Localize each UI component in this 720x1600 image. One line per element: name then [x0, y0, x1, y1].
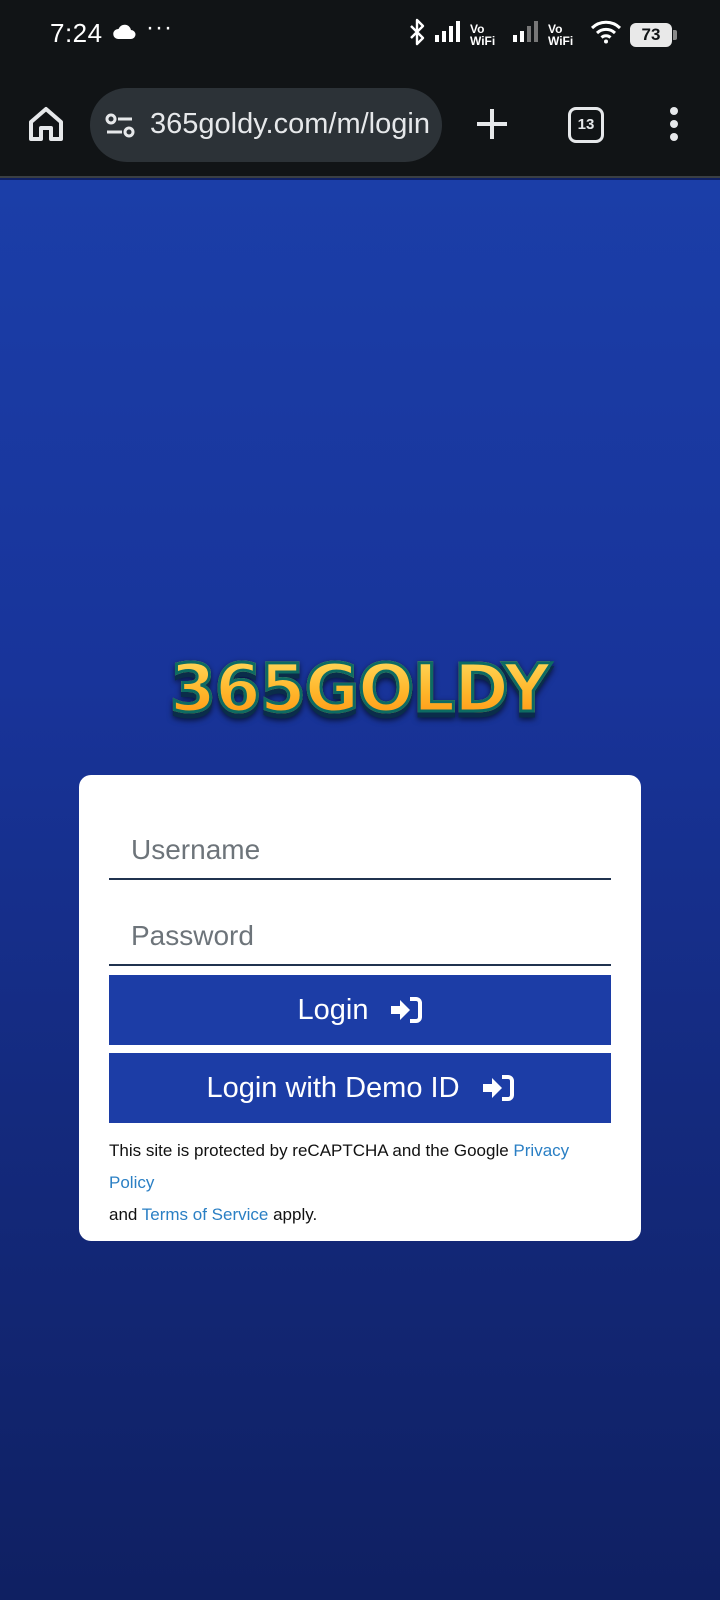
home-button[interactable]	[26, 104, 66, 144]
logo-text: 365GOLDY	[169, 649, 553, 729]
password-field-wrapper	[109, 894, 611, 966]
new-tab-button[interactable]	[472, 104, 512, 144]
wifi-icon	[590, 20, 622, 49]
status-bar: 7:24 ··· Vo WiFi Vo WiFi 73	[0, 0, 720, 72]
battery-indicator: 73	[630, 22, 677, 47]
status-time: 7:24	[50, 18, 103, 48]
signal-weak-icon	[512, 20, 540, 49]
recaptcha-notice: This site is protected by reCAPTCHA and …	[109, 1135, 619, 1231]
recaptcha-suffix: apply.	[268, 1205, 318, 1224]
demo-login-button-label: Login with Demo ID	[206, 1071, 460, 1104]
menu-button[interactable]	[662, 104, 686, 144]
notification-dots: ···	[146, 14, 173, 41]
vowifi-top-2: Vo	[548, 21, 563, 36]
plus-icon	[477, 109, 507, 139]
demo-login-button[interactable]: Login with Demo ID	[109, 1053, 611, 1123]
vowifi-indicator-2: Vo WiFi	[548, 23, 582, 47]
vowifi-indicator: Vo WiFi	[470, 23, 504, 47]
login-card: Login Login with Demo ID This site is pr…	[79, 775, 641, 1241]
tab-switcher-button[interactable]: 13	[568, 107, 604, 143]
bluetooth-icon	[408, 18, 426, 51]
recaptcha-prefix: This site is protected by reCAPTCHA and …	[109, 1141, 514, 1160]
more-vert-icon	[670, 107, 678, 141]
address-bar[interactable]: 365goldy.com/m/login	[90, 88, 442, 162]
sign-in-icon	[482, 1075, 514, 1101]
sign-in-icon	[391, 997, 423, 1023]
vowifi-bottom-2: WiFi	[548, 33, 574, 48]
password-input[interactable]	[109, 894, 611, 964]
username-field-wrapper	[109, 808, 611, 880]
terms-of-service-link[interactable]: Terms of Service	[142, 1205, 269, 1224]
browser-toolbar: 365goldy.com/m/login 13	[0, 72, 720, 178]
login-button[interactable]: Login	[109, 975, 611, 1045]
vowifi-bottom: WiFi	[470, 33, 496, 48]
home-icon	[29, 107, 63, 141]
cloud-icon	[112, 24, 136, 45]
status-icons: Vo WiFi Vo WiFi 73	[408, 18, 677, 51]
recaptcha-and: and	[109, 1205, 142, 1224]
url-text[interactable]: 365goldy.com/m/login	[150, 108, 430, 141]
username-input[interactable]	[109, 808, 611, 878]
login-button-label: Login	[297, 993, 369, 1026]
brand-logo: 365GOLDY	[0, 649, 720, 729]
vowifi-top: Vo	[470, 21, 485, 36]
site-settings-icon[interactable]	[104, 112, 136, 145]
signal-icon	[434, 20, 462, 49]
login-page: 365GOLDY Login Login with Demo ID This s…	[0, 180, 720, 1600]
